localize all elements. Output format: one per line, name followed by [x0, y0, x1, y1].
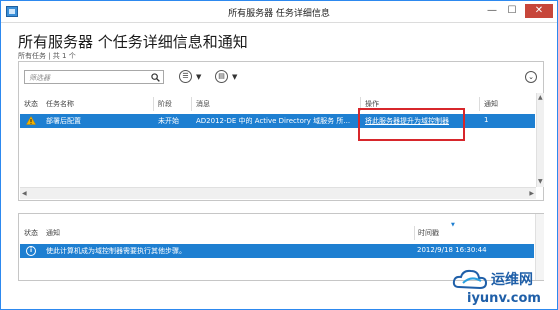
sort-descending-icon: ▼ [451, 222, 455, 228]
scroll-right-icon[interactable]: ▶ [529, 190, 534, 198]
timestamp-cell: 2012/9/18 16:30:44 [417, 246, 487, 254]
site-watermark: 运维网 iyunv.com [447, 263, 558, 310]
notification-count-cell: 1 [484, 116, 489, 124]
task-details-window: 所有服务器 任务详细信息 — ☐ ✕ 所有服务器 个任务详细信息和通知 所有任务… [0, 0, 558, 310]
watermark-cn: 运维网 [491, 272, 533, 288]
window-title: 所有服务器 任务详细信息 [228, 9, 330, 19]
column-header-status[interactable]: 状态 [24, 99, 38, 109]
group-options-button[interactable]: ▤ ▼ [215, 70, 245, 84]
page-title: 所有服务器 个任务详细信息和通知 [18, 33, 248, 51]
task-count-subtitle: 所有任务 | 共 1 个 [18, 52, 76, 60]
chevron-down-icon: ▼ [196, 73, 202, 81]
column-header-task-name[interactable]: 任务名称 [46, 99, 74, 109]
scroll-down-icon[interactable]: ▼ [538, 178, 543, 186]
filter-input[interactable]: 筛选器 [24, 70, 164, 84]
title-bar: 所有服务器 任务详细信息 — ☐ ✕ [1, 1, 557, 23]
column-header-notification[interactable]: 通知 [46, 228, 60, 238]
info-icon: i [26, 246, 36, 256]
group-icon: ▤ [215, 70, 228, 83]
watermark-en: iyunv.com [467, 291, 541, 306]
filter-placeholder: 筛选器 [29, 74, 50, 82]
view-options-button[interactable]: ☰ ▼ [179, 70, 209, 84]
scroll-left-icon[interactable]: ◀ [22, 190, 27, 198]
close-button[interactable]: ✕ [525, 4, 553, 18]
column-header-message[interactable]: 消息 [196, 99, 210, 109]
column-header-status[interactable]: 状态 [24, 228, 38, 238]
message-cell: AD2012-DE 中的 Active Directory 域服务 所... [196, 117, 351, 125]
search-icon[interactable] [151, 73, 160, 82]
scroll-up-icon[interactable]: ▲ [538, 94, 543, 102]
column-divider[interactable] [191, 97, 192, 111]
annotation-highlight-box [358, 108, 465, 141]
minimize-button[interactable]: — [485, 4, 499, 18]
notification-message-cell: 使此计算机成为域控制器需要执行其他步骤。 [46, 247, 186, 255]
column-divider[interactable] [479, 97, 480, 111]
column-header-timestamp[interactable]: 时间戳 [418, 228, 439, 238]
task-name-cell: 部署后配置 [46, 117, 81, 125]
column-header-notification[interactable]: 通知 [484, 99, 498, 109]
warning-icon [26, 116, 36, 125]
chevron-down-icon: ▼ [232, 73, 238, 81]
column-divider[interactable] [414, 226, 415, 240]
tasks-panel: 筛选器 ☰ ▼ ▤ ▼ ⌄ 状态 任务名称 阶段 消息 操作 通知 部署后配置 … [18, 61, 544, 201]
list-view-icon: ☰ [179, 70, 192, 83]
stage-cell: 未开始 [158, 117, 179, 125]
table-row[interactable]: i 使此计算机成为域控制器需要执行其他步骤。 2012/9/18 16:30:4… [20, 244, 534, 258]
column-header-stage[interactable]: 阶段 [158, 99, 172, 109]
vertical-scrollbar[interactable]: ▲ ▼ [536, 93, 544, 187]
collapse-icon[interactable]: ⌄ [525, 71, 537, 83]
maximize-button[interactable]: ☐ [505, 4, 519, 18]
horizontal-scrollbar[interactable]: ◀ ▶ [20, 187, 536, 199]
column-divider[interactable] [153, 97, 154, 111]
